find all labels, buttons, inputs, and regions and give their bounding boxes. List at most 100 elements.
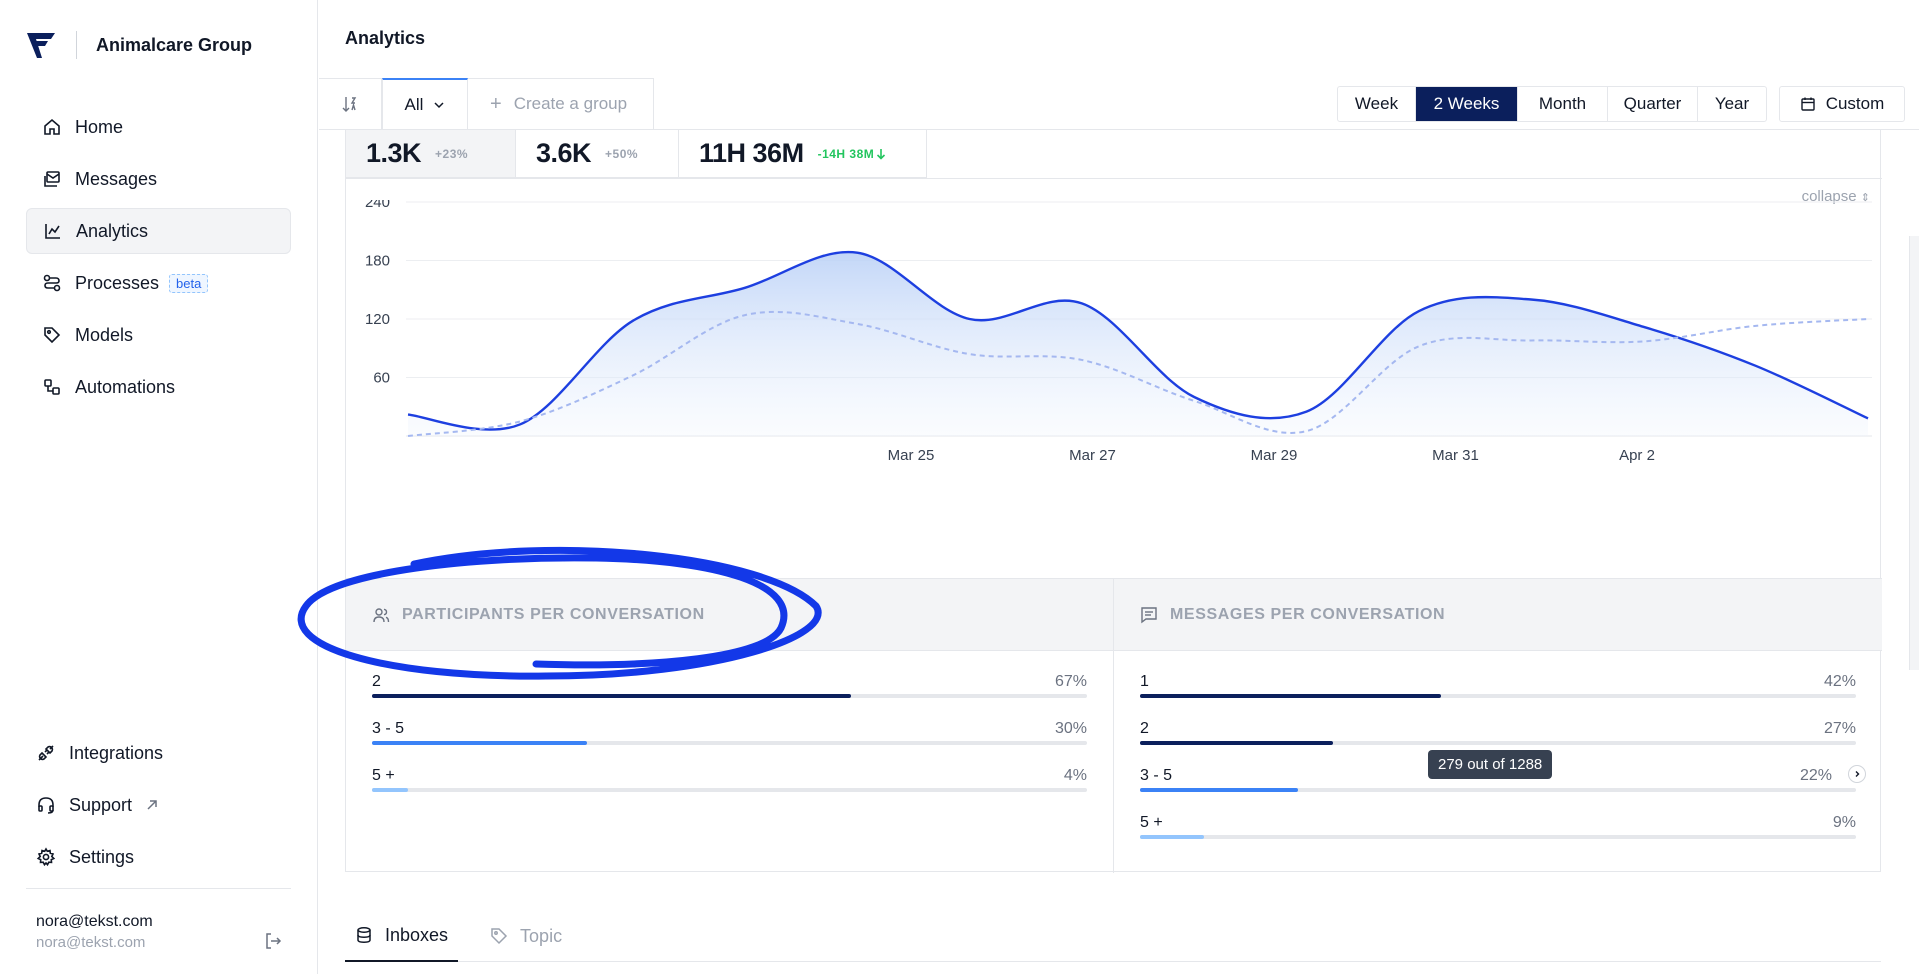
brand[interactable]: Animalcare Group	[26, 30, 252, 60]
message-square-icon	[1141, 606, 1157, 623]
breakdown-bar-fill	[372, 694, 852, 698]
chevron-right-icon[interactable]	[1848, 765, 1866, 783]
breakdown-row-label: 2	[372, 673, 381, 690]
stat-value: 11H 36M	[699, 138, 804, 168]
x-tick-label: Apr 2	[1619, 447, 1655, 464]
nav-label: Automations	[75, 376, 176, 397]
scrollbar[interactable]	[1909, 236, 1919, 670]
breakdown-bar-track	[372, 694, 1087, 698]
tab-inboxes[interactable]: Inboxes	[345, 910, 459, 962]
secondary-nav: Integrations Support Settings	[26, 730, 291, 886]
brand-logo-icon	[27, 33, 55, 58]
arrow-down-icon	[877, 148, 886, 160]
tab-label: Inboxes	[385, 924, 449, 945]
breakdown-row[interactable]: 5 + 4%	[372, 767, 1087, 814]
nav-label: Messages	[75, 168, 158, 189]
nav-item-models[interactable]: Models	[26, 312, 291, 358]
user-email: nora@tekst.com	[36, 934, 146, 951]
breakdown-row-label: 5 +	[372, 767, 395, 784]
breakdown-bar-fill	[1140, 788, 1298, 792]
breakdown-row-label: 1	[1140, 673, 1149, 690]
nav-item-home[interactable]: Home	[26, 104, 291, 150]
breakdown-row-percent: 22%	[1799, 767, 1832, 784]
custom-range-label: Custom	[1825, 94, 1885, 113]
chart-series	[407, 250, 1869, 437]
nav-label: Support	[69, 794, 133, 815]
x-tick-label: Mar 31	[1432, 447, 1479, 464]
breakdown-bar-track	[372, 788, 1087, 792]
stat-conversations[interactable]: 1.3K +23%	[346, 130, 516, 178]
stat-delta: +50%	[605, 146, 639, 161]
page-title: Analytics	[345, 28, 426, 48]
breakdown-bar-track	[1140, 694, 1856, 698]
create-group-button[interactable]: + Create a group	[468, 78, 654, 130]
y-tick-label: 120	[365, 311, 390, 328]
main-nav: Home Messages Analytics Processes beta M…	[26, 104, 291, 416]
participants-rows: 2 67% 3 - 5 30% 5 + 4%	[346, 651, 1113, 814]
main-content: Analytics All + Create a group Week 2 We…	[319, 0, 1919, 974]
nav-item-messages[interactable]: Messages	[26, 156, 291, 202]
nav-item-support[interactable]: Support	[26, 782, 291, 828]
breakdown-bar-fill	[1140, 694, 1441, 698]
nav-label: Settings	[69, 846, 135, 867]
user-block: nora@tekst.com nora@tekst.com	[26, 888, 291, 951]
nav-label: Analytics	[76, 220, 149, 241]
breakdown-bar-track	[1140, 788, 1856, 792]
stat-response-time[interactable]: 11H 36M -14H 38M	[679, 130, 927, 178]
breakdown-row-percent: 27%	[1823, 720, 1856, 737]
area-chart: 60 120 180 240 Mar 25 Mar 27 Mar 29 Mar 31 Apr …	[365, 200, 1872, 464]
calendar-icon	[1801, 97, 1815, 111]
x-tick-label: Mar 29	[1251, 447, 1298, 464]
breakdown-bar-fill	[1140, 835, 1205, 839]
nav-label: Integrations	[69, 742, 164, 763]
external-link-icon	[147, 800, 157, 810]
logout-icon[interactable]	[263, 931, 283, 951]
stat-delta: +23%	[435, 146, 469, 161]
nav-item-processes[interactable]: Processes beta	[26, 260, 291, 306]
series-area-fill	[408, 252, 1868, 436]
beta-badge: beta	[169, 273, 209, 293]
x-tick-label: Mar 27	[1069, 447, 1116, 464]
breakdown-row[interactable]: 1 42%	[1140, 673, 1856, 720]
nav-item-automations[interactable]: Automations	[26, 364, 291, 410]
breakdown-bar-fill	[372, 788, 408, 792]
breakdown-row-label: 3 - 5	[1140, 767, 1173, 784]
group-select[interactable]: All	[382, 78, 468, 130]
nav-label: Models	[75, 324, 134, 345]
period-week[interactable]: Week	[1338, 87, 1416, 121]
tab-topic[interactable]: Topic	[480, 910, 572, 962]
custom-range-button[interactable]: Custom	[1779, 86, 1905, 122]
tag-icon	[44, 327, 61, 344]
nav-item-settings[interactable]: Settings	[26, 834, 291, 880]
breakdown-row-label: 3 - 5	[372, 720, 405, 737]
breakdown-bar-track	[1140, 741, 1856, 745]
y-tick-label: 180	[365, 253, 390, 270]
breakdown-row[interactable]: 3 - 5 30%	[372, 720, 1087, 767]
breakdown-bar-fill	[1140, 741, 1334, 745]
messages-header: MESSAGES PER CONVERSATION	[1114, 579, 1882, 651]
breakdown-row-percent: 42%	[1823, 673, 1856, 690]
period-month[interactable]: Month	[1518, 87, 1608, 121]
breakdown-row-percent: 67%	[1054, 673, 1087, 690]
breakdown-row-label: 5 +	[1140, 814, 1163, 831]
bottom-tabs: Inboxes Topic	[345, 910, 1881, 962]
sort-button[interactable]	[319, 78, 382, 130]
period-quarter[interactable]: Quarter	[1608, 87, 1698, 121]
period-year[interactable]: Year	[1698, 87, 1766, 121]
stat-delta: -14H 38M	[817, 146, 875, 161]
breakdown-row[interactable]: 2 67%	[372, 673, 1087, 720]
participants-title: PARTICIPANTS PER CONVERSATION	[402, 605, 705, 623]
stats-row: 1.3K +23% 3.6K +50% 11H 36M -14H 38M	[346, 130, 927, 178]
nav-item-analytics[interactable]: Analytics	[26, 208, 291, 254]
nav-label: Processes	[75, 272, 160, 293]
nav-item-integrations[interactable]: Integrations	[26, 730, 291, 776]
group-select-value: All	[404, 94, 424, 114]
users-icon	[373, 607, 390, 622]
breakdown-row[interactable]: 5 + 9%	[1140, 814, 1856, 861]
period-2-weeks[interactable]: 2 Weeks	[1416, 87, 1518, 121]
create-group-label: Create a group	[513, 94, 628, 113]
messages-panel: MESSAGES PER CONVERSATION 1 42% 2 27% 3 - 5 2…	[1114, 579, 1882, 873]
period-selector: Week 2 Weeks Month Quarter Year	[1337, 86, 1767, 122]
sort-icon	[342, 97, 357, 112]
stat-messages[interactable]: 3.6K +50%	[516, 130, 679, 178]
